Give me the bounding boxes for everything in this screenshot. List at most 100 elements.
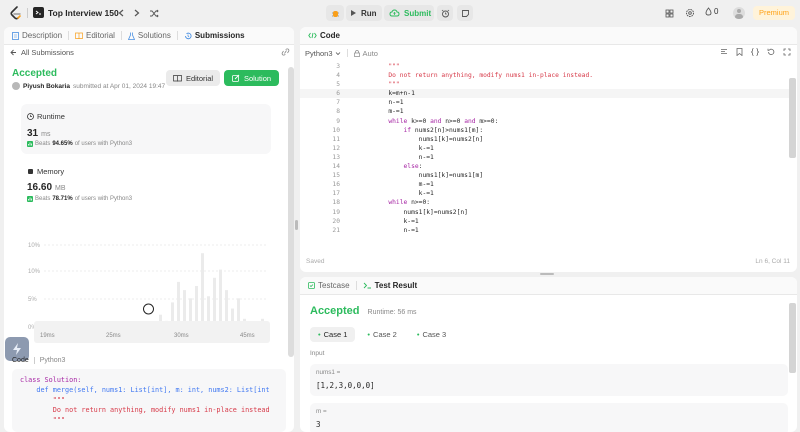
case-tabs: • Case 1 • Case 2 • Case 3	[310, 327, 454, 342]
tab-submissions[interactable]: Submissions	[184, 31, 245, 40]
premium-button[interactable]: Premium	[753, 6, 795, 20]
fullscreen-icon[interactable]	[783, 48, 791, 56]
case-tab-1[interactable]: • Case 1	[310, 327, 356, 342]
line-text: m-=1	[358, 181, 434, 189]
alarm-clock-icon[interactable]	[437, 5, 453, 21]
line-text: k=m+n-1	[358, 90, 415, 98]
prev-problem-button[interactable]	[116, 7, 126, 19]
range-selector[interactable]: 19ms 25ms 30ms 45ms	[34, 321, 270, 343]
line-text: """	[358, 63, 400, 70]
mini-tick: 45ms	[240, 333, 255, 339]
language-select[interactable]: Python3	[305, 49, 341, 58]
line-number: 11	[332, 135, 340, 143]
line-number: 8	[336, 108, 340, 116]
editor-code-line: 12 k-=1	[300, 144, 789, 153]
tab-code[interactable]: Code	[308, 31, 340, 40]
pencil-square-icon	[232, 74, 240, 82]
horizontal-splitter[interactable]	[540, 273, 554, 275]
solution-button[interactable]: Solution	[224, 70, 279, 86]
notes-icon[interactable]	[457, 5, 473, 21]
submitter-info: Piyush Bokaria submitted at Apr 01, 2024…	[12, 82, 165, 90]
submit-button[interactable]: Submit	[384, 5, 434, 21]
editorial-button[interactable]: Editorial	[166, 70, 220, 86]
param-value: 3	[316, 420, 321, 429]
param-box-nums1[interactable]: nums1 = [1,2,3,0,0,0]	[310, 364, 788, 396]
run-button[interactable]: Run	[346, 5, 382, 21]
avatar[interactable]	[733, 7, 745, 19]
runtime-beats-prefix: Beats	[35, 141, 51, 147]
streak-count: 0	[714, 7, 719, 16]
distribution-bar[interactable]	[213, 277, 216, 327]
editor-code-line: 9 while k>=0 and n>=0 and m>=0:	[300, 117, 789, 126]
beats-badge-icon	[27, 196, 33, 202]
code-line: """	[20, 396, 66, 404]
result-scrollbar[interactable]	[789, 303, 796, 373]
shuffle-icon[interactable]	[148, 7, 160, 19]
line-number: 4	[336, 72, 340, 80]
param-name: m =	[316, 408, 327, 415]
debug-button[interactable]	[326, 5, 344, 21]
mini-tick: 19ms	[40, 333, 55, 339]
vertical-splitter[interactable]	[295, 220, 298, 230]
tab-editorial-label: Editorial	[86, 31, 115, 40]
next-problem-button[interactable]	[132, 7, 142, 19]
mini-tick: 25ms	[106, 333, 121, 339]
left-scrollbar[interactable]	[288, 67, 294, 357]
editor-scrollbar[interactable]	[789, 78, 796, 158]
tab-test-result[interactable]: Test Result	[363, 281, 417, 290]
line-text: n-=1	[358, 226, 419, 234]
checkbox-icon	[308, 282, 315, 289]
play-icon	[351, 10, 356, 16]
back-all-submissions[interactable]: All Submissions	[10, 48, 74, 57]
tab-testcase[interactable]: Testcase	[308, 281, 350, 290]
line-text: k-=1	[358, 217, 419, 225]
code-lang: Python3	[39, 357, 66, 364]
user-name[interactable]: Piyush Bokaria	[23, 83, 70, 90]
tab-editorial[interactable]: Editorial	[75, 31, 115, 40]
memory-beats-suffix: of users with Python3	[74, 196, 133, 202]
code-editor[interactable]: 3 """ 4 Do not return anything, modify nu…	[300, 62, 789, 240]
line-number: 10	[332, 126, 340, 134]
line-text: Do not return anything, modify nums1 in-…	[358, 72, 594, 80]
editor-status-bar: Saved Ln 6, Col 11	[300, 258, 797, 270]
auto-mode[interactable]: Auto	[353, 49, 378, 58]
distribution-bar[interactable]	[219, 269, 222, 327]
runtime-label: Runtime	[37, 112, 65, 121]
tab-description[interactable]: Description	[12, 31, 62, 40]
submit-label: Submit	[404, 8, 432, 18]
distribution-bar[interactable]	[201, 253, 204, 327]
reset-icon[interactable]	[767, 48, 775, 56]
layout-grid-icon[interactable]	[664, 8, 674, 18]
book-icon	[75, 32, 83, 39]
braces-icon[interactable]	[751, 48, 759, 56]
solution-button-label: Solution	[243, 73, 272, 83]
line-text: nums1[k]=nums1[m]	[358, 172, 484, 180]
leetcode-logo[interactable]	[10, 6, 22, 20]
link-icon[interactable]	[281, 48, 290, 56]
result-runtime: Runtime: 56 ms	[367, 309, 417, 316]
memory-beats-prefix: Beats	[35, 196, 51, 202]
settings-gear-icon[interactable]	[685, 8, 695, 18]
line-number: 21	[332, 226, 340, 234]
case-tab-2[interactable]: • Case 2	[359, 327, 404, 342]
submission-code-block[interactable]: class Solution: def merge(self, nums1: L…	[12, 369, 286, 432]
runtime-card[interactable]: Runtime 31 ms Beats 94.65% of users with…	[21, 104, 271, 154]
description-icon	[12, 31, 19, 40]
case-tab-3[interactable]: • Case 3	[409, 327, 454, 342]
problem-list-title[interactable]: Top Interview 150	[48, 8, 119, 18]
all-submissions-label: All Submissions	[21, 48, 74, 57]
runtime-beats-suffix: of users with Python3	[74, 141, 133, 147]
problem-list-icon[interactable]	[33, 7, 44, 18]
tab-solutions[interactable]: Solutions	[127, 31, 171, 40]
param-box-m[interactable]: m = 3	[310, 403, 788, 432]
line-number: 15	[332, 172, 340, 180]
bookmark-icon[interactable]	[736, 48, 743, 56]
lightning-icon	[13, 343, 21, 355]
line-number: 9	[336, 117, 340, 125]
format-align-icon[interactable]	[720, 48, 728, 56]
arrow-left-icon	[10, 49, 16, 56]
line-number: 13	[332, 153, 340, 161]
tab-code-label: Code	[320, 31, 340, 40]
streak-counter[interactable]: 0	[705, 7, 718, 16]
submission-code-header: Code Python3	[12, 357, 65, 364]
